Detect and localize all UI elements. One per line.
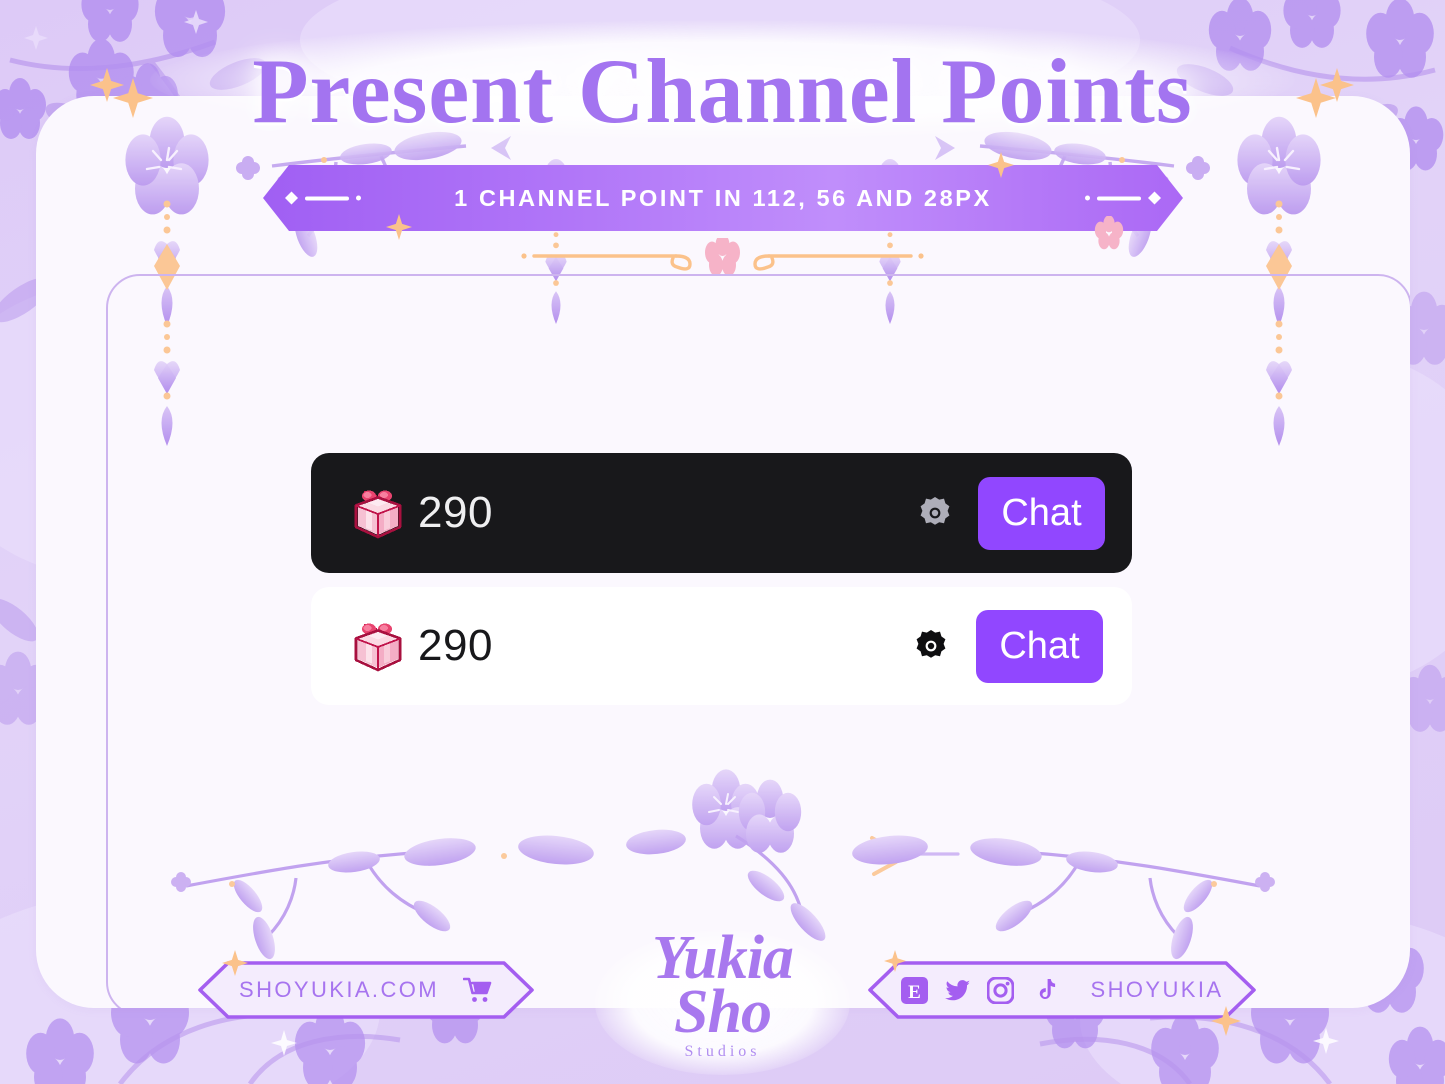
- bar-actions-light: Chat: [912, 609, 1132, 683]
- points-count-dark: 290: [418, 488, 493, 537]
- banner-label: 1 CHANNEL POINT IN 112, 56 AND 28PX: [454, 184, 992, 211]
- svg-text:E: E: [908, 982, 921, 1003]
- dash-icon: [305, 196, 349, 200]
- dash-icon: [1097, 196, 1141, 200]
- channel-points-bar-light: 290 Chat: [311, 587, 1132, 705]
- shop-badge-content: SHOYUKIA.COM: [239, 977, 493, 1003]
- dot-icon: [356, 195, 361, 201]
- shop-badge[interactable]: SHOYUKIA.COM: [198, 961, 534, 1019]
- gear-icon[interactable]: [912, 627, 950, 665]
- diamond-icon: [285, 191, 298, 205]
- banner-ornament-right: [1085, 191, 1161, 205]
- shopping-cart-icon: [462, 977, 492, 1002]
- chat-button-light[interactable]: Chat: [976, 609, 1103, 683]
- chat-button-dark[interactable]: Chat: [978, 476, 1105, 550]
- tiktok-icon[interactable]: [1030, 977, 1057, 1004]
- channel-points-bar-dark: 290 Chat: [311, 453, 1132, 573]
- studio-logo: Yukia Sho Studios: [585, 924, 860, 1080]
- points-count-light: 290: [418, 621, 493, 670]
- banner-ornament-left: [285, 191, 361, 205]
- social-badge[interactable]: E SHOYUKIA: [868, 961, 1256, 1019]
- gear-icon[interactable]: [916, 494, 954, 532]
- twitter-icon[interactable]: [944, 977, 971, 1004]
- bar-actions-dark: Chat: [916, 476, 1132, 550]
- social-icons-row: E: [900, 976, 1057, 1004]
- shop-url-label: SHOYUKIA.COM: [239, 977, 439, 1002]
- diamond-icon: [1148, 191, 1161, 205]
- present-emote-icon[interactable]: [350, 485, 406, 541]
- points-display-light: 290: [311, 618, 493, 674]
- pink-blossom-icon: [1094, 216, 1124, 250]
- page-title: Present Channel Points: [252, 40, 1193, 142]
- logo-line-2: Sho: [674, 978, 772, 1046]
- ornamental-divider: [521, 238, 924, 274]
- social-badge-content: E SHOYUKIA: [900, 976, 1224, 1004]
- dot-icon: [1085, 195, 1090, 201]
- instagram-icon[interactable]: [986, 976, 1014, 1004]
- social-handle-label: SHOYUKIA: [1090, 977, 1224, 1002]
- etsy-icon[interactable]: E: [900, 976, 928, 1004]
- present-emote-icon[interactable]: [350, 618, 406, 674]
- logo-subtitle: Studios: [684, 1043, 761, 1060]
- points-display-dark: 290: [311, 485, 493, 541]
